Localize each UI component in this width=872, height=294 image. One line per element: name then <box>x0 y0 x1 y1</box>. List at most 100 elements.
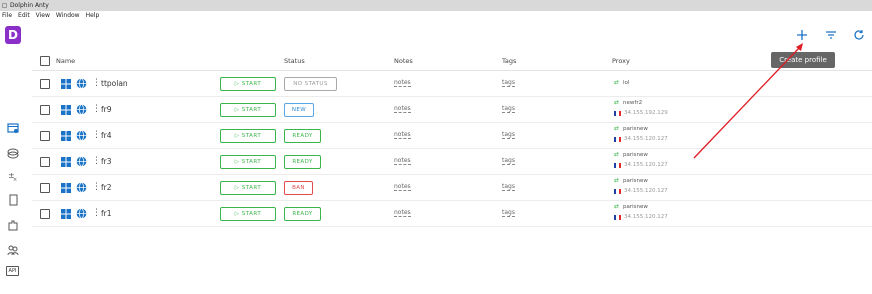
proxy-label: lol <box>623 80 630 86</box>
window-title: Dolphin Anty <box>10 2 49 9</box>
header-name[interactable]: Name <box>56 57 75 65</box>
start-button[interactable]: ▷ START <box>220 103 276 117</box>
status-badge[interactable]: READY <box>284 129 321 143</box>
add-profile-button[interactable] <box>795 28 809 42</box>
tags-field[interactable]: tags <box>502 131 515 139</box>
status-badge[interactable]: BAN <box>284 181 313 195</box>
proxy-ip: 34.155.120.127 <box>624 162 668 168</box>
bookmark-icon[interactable] <box>6 193 19 206</box>
menu-help[interactable]: Help <box>86 11 100 21</box>
app-logo[interactable]: D <box>5 26 21 44</box>
start-label: START <box>241 185 262 191</box>
tags-field[interactable]: tags <box>502 183 515 191</box>
windows-icon <box>61 105 71 115</box>
profile-name[interactable]: fr4 <box>101 131 112 140</box>
refresh-button[interactable] <box>852 28 866 42</box>
table-row[interactable]: ⋮ fr1 ▷ START READY notes tags ⇄ parisnew… <box>32 201 872 227</box>
profile-name[interactable]: fr1 <box>101 209 112 218</box>
automation-icon[interactable]: ± × <box>6 169 19 182</box>
tags-field[interactable]: tags <box>502 157 515 165</box>
proxy-name[interactable]: ⇄ parisnew <box>614 203 648 210</box>
row-checkbox[interactable] <box>40 209 50 219</box>
status-badge[interactable]: NEW <box>284 103 314 117</box>
tags-field[interactable]: tags <box>502 79 515 87</box>
start-button[interactable]: ▷ START <box>220 77 276 91</box>
api-button[interactable]: API <box>6 266 19 276</box>
cookies-icon[interactable] <box>6 146 19 159</box>
more-options-icon[interactable]: ⋮ <box>92 208 101 219</box>
table-row[interactable]: ⋮ fr3 ▷ START READY notes tags ⇄ parisnew… <box>32 149 872 175</box>
menu-window[interactable]: Window <box>56 11 80 21</box>
windows-icon <box>61 79 71 89</box>
start-button[interactable]: ▷ START <box>220 129 276 143</box>
start-button[interactable]: ▷ START <box>220 207 276 221</box>
proxy-name[interactable]: ⇄ parisnew <box>614 177 648 184</box>
profile-name[interactable]: fr3 <box>101 157 112 166</box>
team-icon[interactable] <box>6 243 19 256</box>
row-checkbox[interactable] <box>40 79 50 89</box>
proxy-swap-icon: ⇄ <box>614 177 620 184</box>
start-button[interactable]: ▷ START <box>220 155 276 169</box>
row-checkbox[interactable] <box>40 157 50 167</box>
windows-icon <box>61 209 71 219</box>
header-notes[interactable]: Notes <box>394 57 413 65</box>
notes-field[interactable]: notes <box>394 79 411 87</box>
france-flag-icon <box>614 189 621 194</box>
profile-name[interactable]: fr2 <box>101 183 112 192</box>
menu-view[interactable]: View <box>36 11 50 21</box>
app-icon <box>2 3 7 8</box>
select-all-checkbox[interactable] <box>40 56 50 66</box>
notes-field[interactable]: notes <box>394 131 411 139</box>
proxy-name[interactable]: ⇄ newfr2 <box>614 99 642 106</box>
extensions-icon[interactable] <box>6 218 19 231</box>
filter-button[interactable] <box>824 28 838 42</box>
proxy-name[interactable]: ⇄ lol <box>614 79 629 86</box>
svg-text:×: × <box>13 177 17 182</box>
header-tags[interactable]: Tags <box>502 57 516 65</box>
profiles-icon[interactable] <box>6 121 19 134</box>
start-label: START <box>241 81 262 87</box>
tags-field[interactable]: tags <box>502 209 515 217</box>
table-header: Name Status Notes Tags Proxy <box>32 51 872 71</box>
proxy-swap-icon: ⇄ <box>614 125 620 132</box>
notes-field[interactable]: notes <box>394 183 411 191</box>
france-flag-icon <box>614 215 621 220</box>
header-proxy[interactable]: Proxy <box>612 57 630 65</box>
notes-field[interactable]: notes <box>394 209 411 217</box>
table-row[interactable]: ⋮ fr4 ▷ START READY notes tags ⇄ parisnew… <box>32 123 872 149</box>
row-checkbox[interactable] <box>40 183 50 193</box>
status-badge[interactable]: READY <box>284 207 321 221</box>
table-row[interactable]: ⋮ fr9 ▷ START NEW notes tags ⇄ newfr2 34.… <box>32 97 872 123</box>
proxy-name[interactable]: ⇄ parisnew <box>614 125 648 132</box>
notes-field[interactable]: notes <box>394 157 411 165</box>
table-row[interactable]: ⋮ ttpolan ▷ START NO STATUS notes tags ⇄… <box>32 71 872 97</box>
header-status[interactable]: Status <box>284 57 305 65</box>
row-checkbox[interactable] <box>40 105 50 115</box>
start-button[interactable]: ▷ START <box>220 181 276 195</box>
filter-icon <box>826 31 836 39</box>
globe-icon <box>76 182 87 193</box>
table-row[interactable]: ⋮ fr2 ▷ START BAN notes tags ⇄ parisnew 3… <box>32 175 872 201</box>
tags-field[interactable]: tags <box>502 105 515 113</box>
status-badge[interactable]: NO STATUS <box>284 77 337 91</box>
more-options-icon[interactable]: ⋮ <box>92 182 101 193</box>
start-label: START <box>241 107 262 113</box>
profile-name[interactable]: ttpolan <box>101 79 128 88</box>
proxy-swap-icon: ⇄ <box>614 79 620 86</box>
more-options-icon[interactable]: ⋮ <box>92 104 101 115</box>
menu-bar: File Edit View Window Help <box>0 11 99 21</box>
proxy-name[interactable]: ⇄ parisnew <box>614 151 648 158</box>
proxy-swap-icon: ⇄ <box>614 151 620 158</box>
proxy-ip: 34.155.120.127 <box>624 136 668 142</box>
row-checkbox[interactable] <box>40 131 50 141</box>
notes-field[interactable]: notes <box>394 105 411 113</box>
globe-icon <box>76 130 87 141</box>
more-options-icon[interactable]: ⋮ <box>92 78 101 89</box>
proxy-ip: 34.155.120.127 <box>624 188 668 194</box>
profile-name[interactable]: fr9 <box>101 105 112 114</box>
menu-file[interactable]: File <box>2 11 12 21</box>
more-options-icon[interactable]: ⋮ <box>92 130 101 141</box>
more-options-icon[interactable]: ⋮ <box>92 156 101 167</box>
status-badge[interactable]: READY <box>284 155 321 169</box>
menu-edit[interactable]: Edit <box>18 11 30 21</box>
